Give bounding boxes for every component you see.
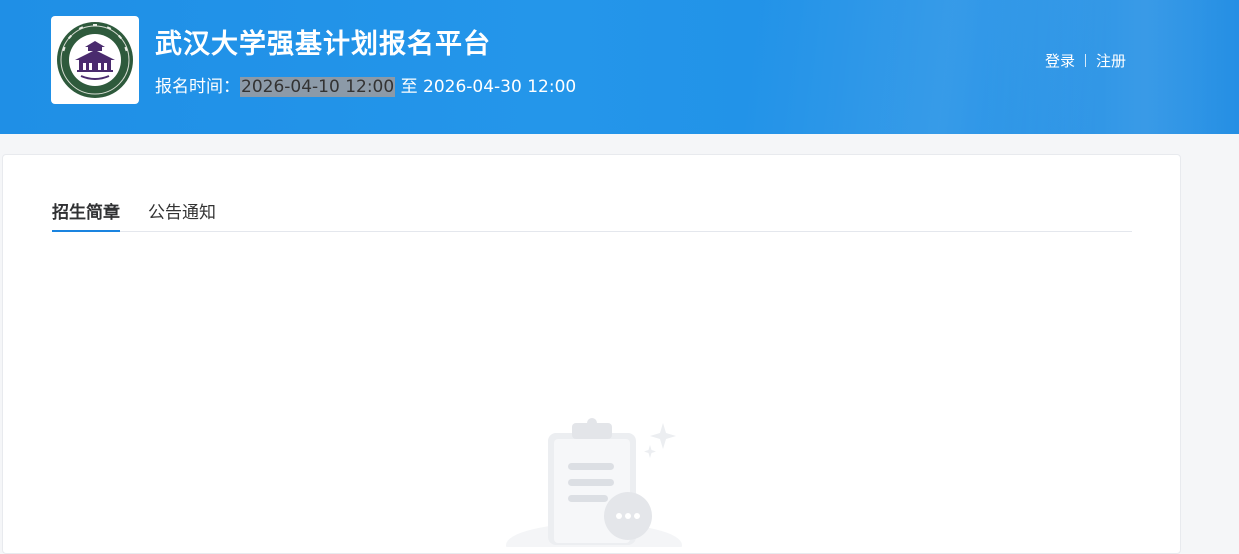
registration-period-label: 报名时间： [155,77,240,97]
university-logo[interactable] [51,16,139,104]
page-title: 武汉大学强基计划报名平台 [155,29,491,60]
empty-state [498,417,698,554]
registration-end: 2026-04-30 12:00 [423,77,577,97]
registration-period: 报名时间：2026-04-10 12:00 至 2026-04-30 12:00 [155,72,576,97]
auth-links: 登录 注册 [1045,50,1126,71]
university-seal-icon [57,22,133,98]
divider [1085,54,1087,67]
tab-announcements[interactable]: 公告通知 [148,195,216,232]
site-header: 武汉大学强基计划报名平台 报名时间：2026-04-10 12:00 至 202… [0,0,1239,134]
login-link[interactable]: 登录 [1045,50,1075,71]
register-link[interactable]: 注册 [1096,50,1126,71]
empty-clipboard-icon [506,418,682,554]
registration-to: 至 [395,77,424,97]
content-card: 招生简章 公告通知 [2,154,1181,554]
registration-start: 2026-04-10 12:00 [240,77,396,97]
tab-admission-brochure[interactable]: 招生简章 [52,195,120,232]
tab-bar: 招生简章 公告通知 [52,195,1132,232]
